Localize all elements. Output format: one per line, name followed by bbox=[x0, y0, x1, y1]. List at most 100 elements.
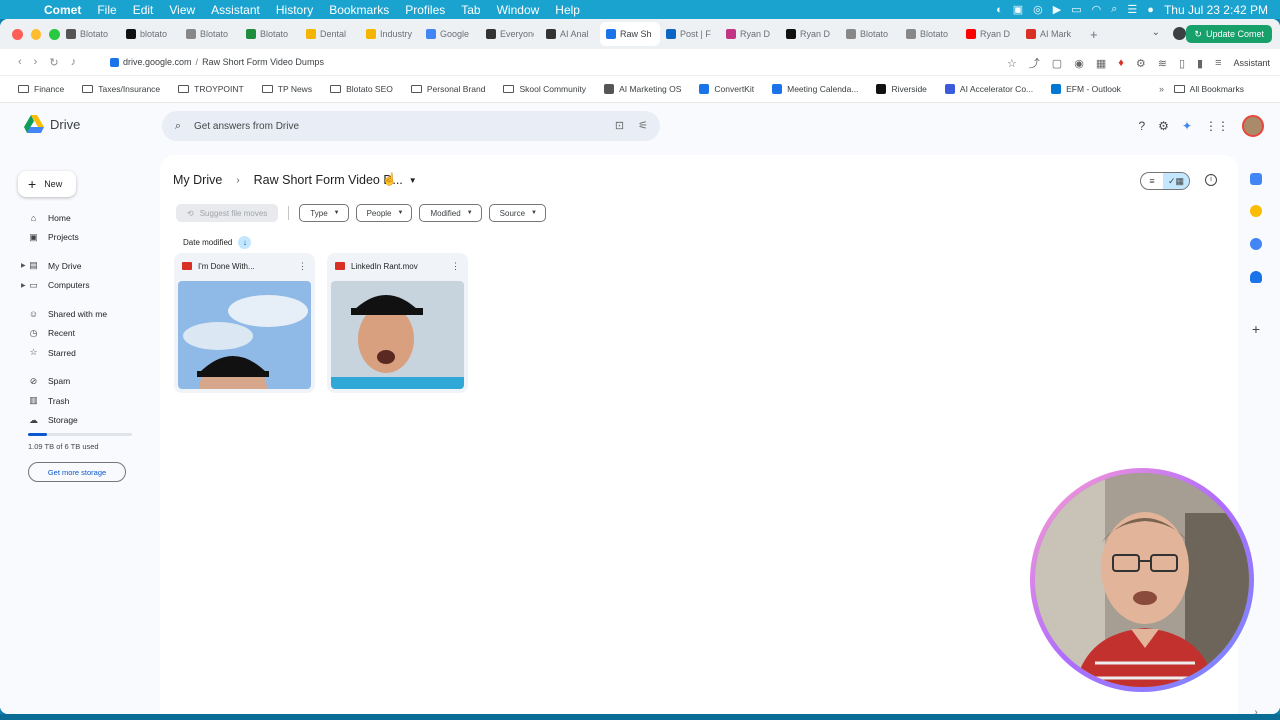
bookmark-item[interactable]: Skool Community bbox=[503, 84, 586, 94]
play-icon[interactable]: ▶ bbox=[1053, 3, 1061, 16]
assistant-button[interactable]: Assistant bbox=[1233, 58, 1270, 68]
sidebar-item-shared-with-me[interactable]: ☺ Shared with me bbox=[0, 304, 160, 324]
sidebar-item-trash[interactable]: ▥ Trash bbox=[0, 391, 160, 411]
menu-icon[interactable]: ≡ bbox=[1215, 57, 1221, 69]
back-icon[interactable]: ‹ bbox=[18, 56, 22, 69]
browser-tab[interactable]: Raw Sh bbox=[600, 22, 660, 46]
mic-icon[interactable]: ♪ bbox=[71, 56, 77, 69]
browser-tab[interactable]: Industry bbox=[360, 22, 420, 46]
menu-edit[interactable]: Edit bbox=[125, 3, 162, 17]
more-options-icon[interactable]: ⋮ bbox=[451, 261, 460, 272]
file-card[interactable]: I'm Done With... ⋮ bbox=[174, 253, 315, 393]
ask-gemini-icon[interactable]: ⊡ bbox=[615, 119, 624, 132]
cc-icon[interactable]: ◎ bbox=[1033, 3, 1043, 16]
bookmark-item[interactable]: AI Accelerator Co... bbox=[944, 84, 1033, 94]
browser-tab[interactable]: Ryan D bbox=[780, 22, 840, 46]
gemini-icon[interactable]: ✦ bbox=[1182, 119, 1192, 133]
get-more-storage-button[interactable]: Get more storage bbox=[28, 462, 126, 482]
account-avatar[interactable] bbox=[1242, 115, 1264, 137]
bookmark-star-icon[interactable]: ☆ bbox=[1007, 57, 1017, 70]
contacts-icon[interactable] bbox=[1250, 271, 1262, 283]
siri-icon[interactable]: ● bbox=[1147, 4, 1154, 16]
browser-tab[interactable]: Everyone bbox=[480, 22, 540, 46]
menu-app-name[interactable]: Comet bbox=[36, 3, 89, 17]
battery-icon[interactable]: ▭ bbox=[1071, 3, 1081, 16]
settings-gear-icon[interactable]: ⚙ bbox=[1158, 119, 1169, 133]
bookmark-item[interactable]: EFM - Outlook bbox=[1051, 84, 1121, 94]
extension-icon[interactable]: ◉ bbox=[1074, 57, 1084, 70]
status-app-icon[interactable]: ◐ bbox=[996, 4, 1003, 16]
menu-assistant[interactable]: Assistant bbox=[203, 3, 268, 17]
suggest-file-moves-button[interactable]: ⟲ Suggest file moves bbox=[176, 204, 279, 222]
bookmark-item[interactable]: AI Marketing OS bbox=[604, 84, 681, 94]
browser-tab[interactable]: Blotato bbox=[840, 22, 900, 46]
grid-view-button[interactable]: ✓▦ bbox=[1163, 173, 1189, 189]
bookmark-item[interactable]: Riverside bbox=[876, 84, 927, 94]
bookmark-item[interactable]: TP News bbox=[261, 84, 312, 94]
browser-tab[interactable]: AI Anal bbox=[540, 22, 600, 46]
drive-search-bar[interactable]: ⌕ Get answers from Drive ⊡ ⚟ bbox=[162, 111, 660, 141]
bookmark-item[interactable]: ConvertKit bbox=[699, 84, 754, 94]
bookmark-item[interactable]: Personal Brand bbox=[410, 84, 485, 94]
recording-icon[interactable]: ▣ bbox=[1013, 3, 1023, 16]
collapse-panel-icon[interactable]: › bbox=[1250, 707, 1262, 714]
keep-icon[interactable] bbox=[1250, 205, 1262, 217]
sidebar-item-recent[interactable]: ◷ Recent bbox=[0, 324, 160, 344]
bookmark-item[interactable]: Finance bbox=[18, 84, 64, 94]
forward-icon[interactable]: › bbox=[34, 56, 38, 69]
search-spotlight-icon[interactable]: ⌕ bbox=[1111, 3, 1117, 16]
browser-tab[interactable]: blotato bbox=[120, 22, 180, 46]
filter-modified-chip[interactable]: Modified ▼ bbox=[419, 204, 482, 222]
minimize-window-button[interactable] bbox=[30, 28, 42, 40]
list-view-button[interactable]: ≡ bbox=[1141, 173, 1163, 189]
extension-icon[interactable]: ≋ bbox=[1158, 57, 1167, 70]
new-tab-button[interactable]: + bbox=[1080, 27, 1108, 42]
menu-profiles[interactable]: Profiles bbox=[397, 3, 453, 17]
search-options-icon[interactable]: ⚟ bbox=[638, 119, 648, 132]
menu-help[interactable]: Help bbox=[547, 3, 588, 17]
browser-tab[interactable]: Blotato bbox=[240, 22, 300, 46]
file-card[interactable]: LinkedIn Rant.mov ⋮ bbox=[327, 253, 468, 393]
extension-icon[interactable]: ♦ bbox=[1118, 57, 1124, 69]
new-button[interactable]: + New bbox=[18, 171, 76, 197]
browser-tab[interactable]: Blotato bbox=[60, 22, 120, 46]
sidebar-toggle-icon[interactable]: ▯ bbox=[1179, 57, 1185, 70]
filter-source-chip[interactable]: Source ▼ bbox=[488, 204, 546, 222]
menu-history[interactable]: History bbox=[268, 3, 321, 17]
help-icon[interactable]: ? bbox=[1138, 119, 1145, 133]
reload-icon[interactable]: ↻ bbox=[49, 56, 58, 69]
browser-tab[interactable]: Blotato bbox=[900, 22, 960, 46]
browser-tab[interactable]: Dental bbox=[300, 22, 360, 46]
add-addon-icon[interactable]: + bbox=[1250, 322, 1262, 336]
sidebar-item-home[interactable]: ⌂ Home bbox=[0, 208, 160, 228]
sidebar-item-starred[interactable]: ☆ Starred bbox=[0, 343, 160, 363]
menu-bookmarks[interactable]: Bookmarks bbox=[321, 3, 397, 17]
filter-type-chip[interactable]: Type ▼ bbox=[299, 204, 349, 222]
expand-caret-icon[interactable]: ▶ bbox=[21, 282, 26, 289]
search-icon[interactable]: ⌕ bbox=[162, 120, 194, 133]
extension-icon[interactable]: ⚙ bbox=[1136, 57, 1146, 70]
site-info-icon[interactable] bbox=[110, 57, 119, 67]
wifi-icon[interactable]: ◠ bbox=[1092, 3, 1102, 16]
sort-control[interactable]: Date modified ↓ bbox=[183, 236, 252, 249]
all-bookmarks-button[interactable]: All Bookmarks bbox=[1173, 84, 1244, 94]
sort-direction-arrow-icon[interactable]: ↓ bbox=[238, 236, 252, 249]
close-window-button[interactable] bbox=[12, 28, 23, 40]
more-bookmarks-chevron-icon[interactable]: » bbox=[1159, 84, 1164, 94]
tasks-icon[interactable] bbox=[1250, 238, 1262, 250]
details-info-icon[interactable]: i bbox=[1205, 174, 1217, 186]
browser-tab[interactable]: Ryan D bbox=[960, 22, 1020, 46]
bookmark-item[interactable]: Meeting Calenda... bbox=[772, 84, 858, 94]
breadcrumb-my-drive[interactable]: My Drive bbox=[173, 173, 222, 187]
sidebar-item-spam[interactable]: ⊘ Spam bbox=[0, 372, 160, 392]
url-field[interactable]: drive.google.com / Raw Short Form Video … bbox=[110, 57, 324, 67]
bookmark-item[interactable]: Blotato SEO bbox=[330, 84, 393, 94]
zoom-window-button[interactable] bbox=[49, 28, 61, 40]
browser-tab[interactable]: Google bbox=[420, 22, 480, 46]
browser-tab[interactable]: Blotato bbox=[180, 22, 240, 46]
calendar-icon[interactable] bbox=[1250, 173, 1262, 185]
menu-window[interactable]: Window bbox=[489, 3, 548, 17]
update-browser-button[interactable]: ↻ Update Comet bbox=[1186, 25, 1272, 43]
menu-view[interactable]: View bbox=[161, 3, 203, 17]
tab-list-chevron-icon[interactable]: ⌄ bbox=[1152, 27, 1160, 38]
